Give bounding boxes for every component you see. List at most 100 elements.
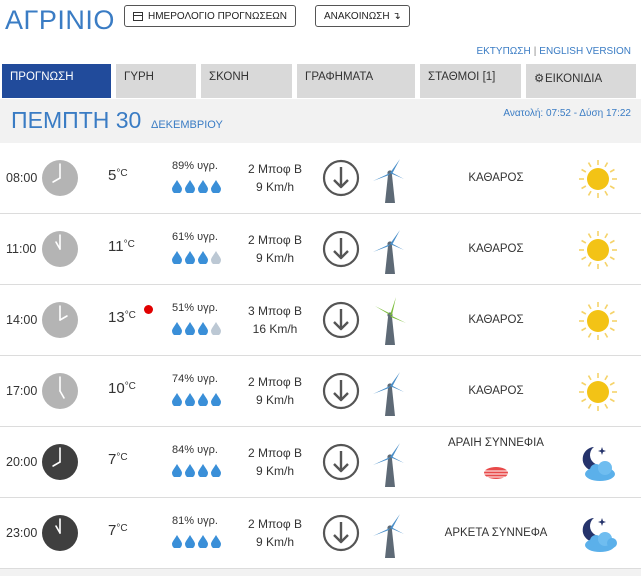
tab-pollen[interactable]: ΓΥΡΗ: [116, 64, 196, 98]
table-row: 08:00 5°C 89% υγρ. 2 Μποφ Β 9 Km/h ΚΑΘΑΡΟΣ: [0, 143, 641, 214]
weather-condition: ΚΑΘΑΡΟΣ: [468, 243, 524, 255]
announcement-label: ΑΝΑΚΟΙΝΩΣΗ ↴: [324, 10, 401, 22]
wind-speed: 9 Km/h: [255, 464, 294, 478]
gear-icon: ⚙: [534, 73, 545, 85]
wind-turbine-icon: [373, 443, 404, 487]
wind-info: 3 Μποφ Β 16 Km/h: [244, 302, 306, 338]
forecast-calendar-label: ΗΜΕΡΟΛΟΓΙΟ ΠΡΟΓΝΩΣΕΩΝ: [148, 10, 288, 22]
print-link[interactable]: ΕΚΤΥΠΩΣΗ: [476, 46, 530, 57]
wind-speed: 9 Km/h: [255, 535, 294, 549]
bottom-strip: [0, 569, 641, 576]
english-version-link[interactable]: ENGLISH VERSION: [539, 46, 631, 57]
hour-label: 14:00: [6, 313, 38, 327]
hour-label: 17:00: [6, 384, 38, 398]
wind-speed: 9 Km/h: [255, 180, 294, 194]
weather-condition: ΚΑΘΑΡΟΣ: [468, 385, 524, 397]
tab-dust[interactable]: ΣΚΟΝΗ: [201, 64, 292, 98]
wind-force: 2 Μποφ Β: [248, 162, 302, 176]
humidity: 51% υγρ.: [172, 302, 218, 314]
wind-info: 2 Μποφ Β 9 Km/h: [244, 231, 306, 267]
calendar-icon: [133, 11, 143, 21]
moon-cloud-icon: [582, 518, 617, 552]
tab-stations[interactable]: ΣΤΑΘΜΟΙ [1]: [420, 64, 521, 98]
sun-icon: [579, 373, 617, 411]
wind-speed: 9 Km/h: [255, 393, 294, 407]
city-title: ΑΓΡΙΝΙΟ: [5, 5, 115, 35]
temperature: 11°C: [108, 238, 135, 255]
hour-label: 11:00: [6, 242, 37, 256]
table-row: 11:00 11°C 61% υγρ. 2 Μποφ Β 9 Km/h ΚΑΘΑΡΟΣ: [0, 214, 641, 285]
wind-direction-arrow-icon: [322, 159, 360, 197]
table-row: 14:00 13°C 51% υγρ. 3 Μποφ Β 16 Km/h ΚΑΘΑΡΟΣ: [0, 285, 641, 356]
tab-label: ΓΥΡΗ: [124, 71, 154, 83]
tab-charts[interactable]: ΓΡΑΦΗΜΑΤΑ: [297, 64, 415, 98]
wind-speed: 16 Km/h: [252, 322, 298, 336]
day-month: ΔΕΚΕΜΒΡΙΟΥ: [151, 119, 223, 131]
top-links: ΕΚΤΥΠΩΣΗ | ENGLISH VERSION: [476, 46, 631, 57]
temperature: 5°C: [108, 167, 128, 184]
moon-cloud-icon: [582, 447, 615, 481]
hour-label: 20:00: [6, 455, 38, 469]
temperature-unit: °C: [116, 452, 128, 463]
tab-icons[interactable]: ⚙ΕΙΚΟΝΙΔΙΑ: [526, 64, 636, 98]
weather-condition: ΑΡΚΕΤΑ ΣΥΝΝΕΦΑ: [444, 527, 548, 539]
few-clouds-badge-icon: [484, 467, 508, 479]
wind-force: 2 Μποφ Β: [248, 446, 302, 460]
temperature: 10°C: [108, 380, 136, 397]
wind-direction-arrow-icon: [322, 443, 360, 481]
temperature: 7°C: [108, 522, 128, 539]
forecast-table: 08:00 5°C 89% υγρ. 2 Μποφ Β9 Km/h ΚΑΘΑΡΟΣ 11:…: [0, 143, 641, 569]
clock-icon: [42, 160, 78, 196]
humidity-drops-icon: [172, 464, 221, 477]
tab-label: ΠΡΟΓΝΩΣΗ: [10, 71, 74, 83]
humidity: 89% υγρ.: [172, 160, 218, 172]
tab-label: ΕΙΚΟΝΙΔΙΑ: [545, 73, 603, 85]
sun-icon: [579, 231, 617, 269]
table-row: 20:00 7°C 84% υγρ. 2 Μποφ Β 9 Km/h ΑΡΑΙΗ ΣΥΝΝ…: [0, 427, 641, 498]
sunrise-sunset: Ανατολή: 07:52 - Δύση 17:22: [503, 108, 631, 119]
weather-condition: ΚΑΘΑΡΟΣ: [468, 172, 524, 184]
tab-label: ΓΡΑΦΗΜΑΤΑ: [305, 71, 374, 83]
temperature: 13°C: [108, 309, 136, 326]
weather-condition: ΑΡΑΙΗ ΣΥΝΝΕΦΙΑ: [448, 437, 544, 449]
wind-force: 3 Μποφ Β: [248, 304, 302, 318]
forecast-calendar-button[interactable]: ΗΜΕΡΟΛΟΓΙΟ ΠΡΟΓΝΩΣΕΩΝ: [124, 5, 297, 27]
temperature-unit: °C: [116, 168, 128, 179]
wind-info: 2 Μποφ Β 9 Km/h: [244, 444, 306, 480]
tab-label: ΣΤΑΘΜΟΙ [1]: [428, 71, 496, 83]
table-row: 23:00 7°C 81% υγρ. 2 Μποφ Β 9 Km/h ΑΡΚΕΤΑ ΣΥΝ…: [0, 498, 641, 569]
day-header: ΠΕΜΠΤΗ 30 ΔΕΚΕΜΒΡΙΟΥ Ανατολή: 07:52 - Δύ…: [0, 99, 641, 143]
clock-icon: [42, 231, 78, 267]
announcement-button[interactable]: ΑΝΑΚΟΙΝΩΣΗ ↴: [315, 5, 410, 27]
humidity: 61% υγρ.: [172, 231, 218, 243]
temperature-unit: °C: [123, 239, 135, 250]
alert-dot-icon: [144, 305, 153, 314]
wind-speed: 9 Km/h: [255, 251, 294, 265]
wind-turbine-icon: [373, 230, 404, 274]
temperature-unit: °C: [116, 523, 128, 534]
tab-forecast[interactable]: ΠΡΟΓΝΩΣΗ: [2, 64, 111, 98]
sun-icon: [579, 160, 617, 198]
wind-info: 2 Μποφ Β 9 Km/h: [244, 373, 306, 409]
humidity-drops-icon: [172, 180, 221, 193]
wind-info: 2 Μποφ Β 9 Km/h: [244, 515, 306, 551]
wind-turbine-icon: [375, 297, 406, 345]
sun-icon: [579, 302, 617, 340]
clock-icon: [42, 515, 78, 551]
temperature-value: 10: [108, 380, 125, 397]
wind-force: 2 Μποφ Β: [248, 375, 302, 389]
humidity: 81% υγρ.: [172, 515, 218, 527]
hour-label: 23:00: [6, 526, 38, 540]
temperature-unit: °C: [124, 381, 136, 392]
humidity-drops-icon: [172, 535, 221, 548]
table-row: 17:00 10°C 74% υγρ. 2 Μποφ Β 9 Km/h ΚΑΘΑΡΟΣ: [0, 356, 641, 427]
temperature-value: 11: [108, 238, 124, 255]
wind-force: 2 Μποφ Β: [248, 233, 302, 247]
wind-direction-arrow-icon: [322, 301, 360, 339]
wind-direction-arrow-icon: [322, 514, 360, 552]
wind-info: 2 Μποφ Β 9 Km/h: [244, 160, 306, 196]
temperature: 7°C: [108, 451, 128, 468]
wind-turbine-icon: [373, 159, 404, 203]
humidity-drops-icon: [172, 251, 221, 264]
humidity-drops-icon: [172, 322, 221, 335]
